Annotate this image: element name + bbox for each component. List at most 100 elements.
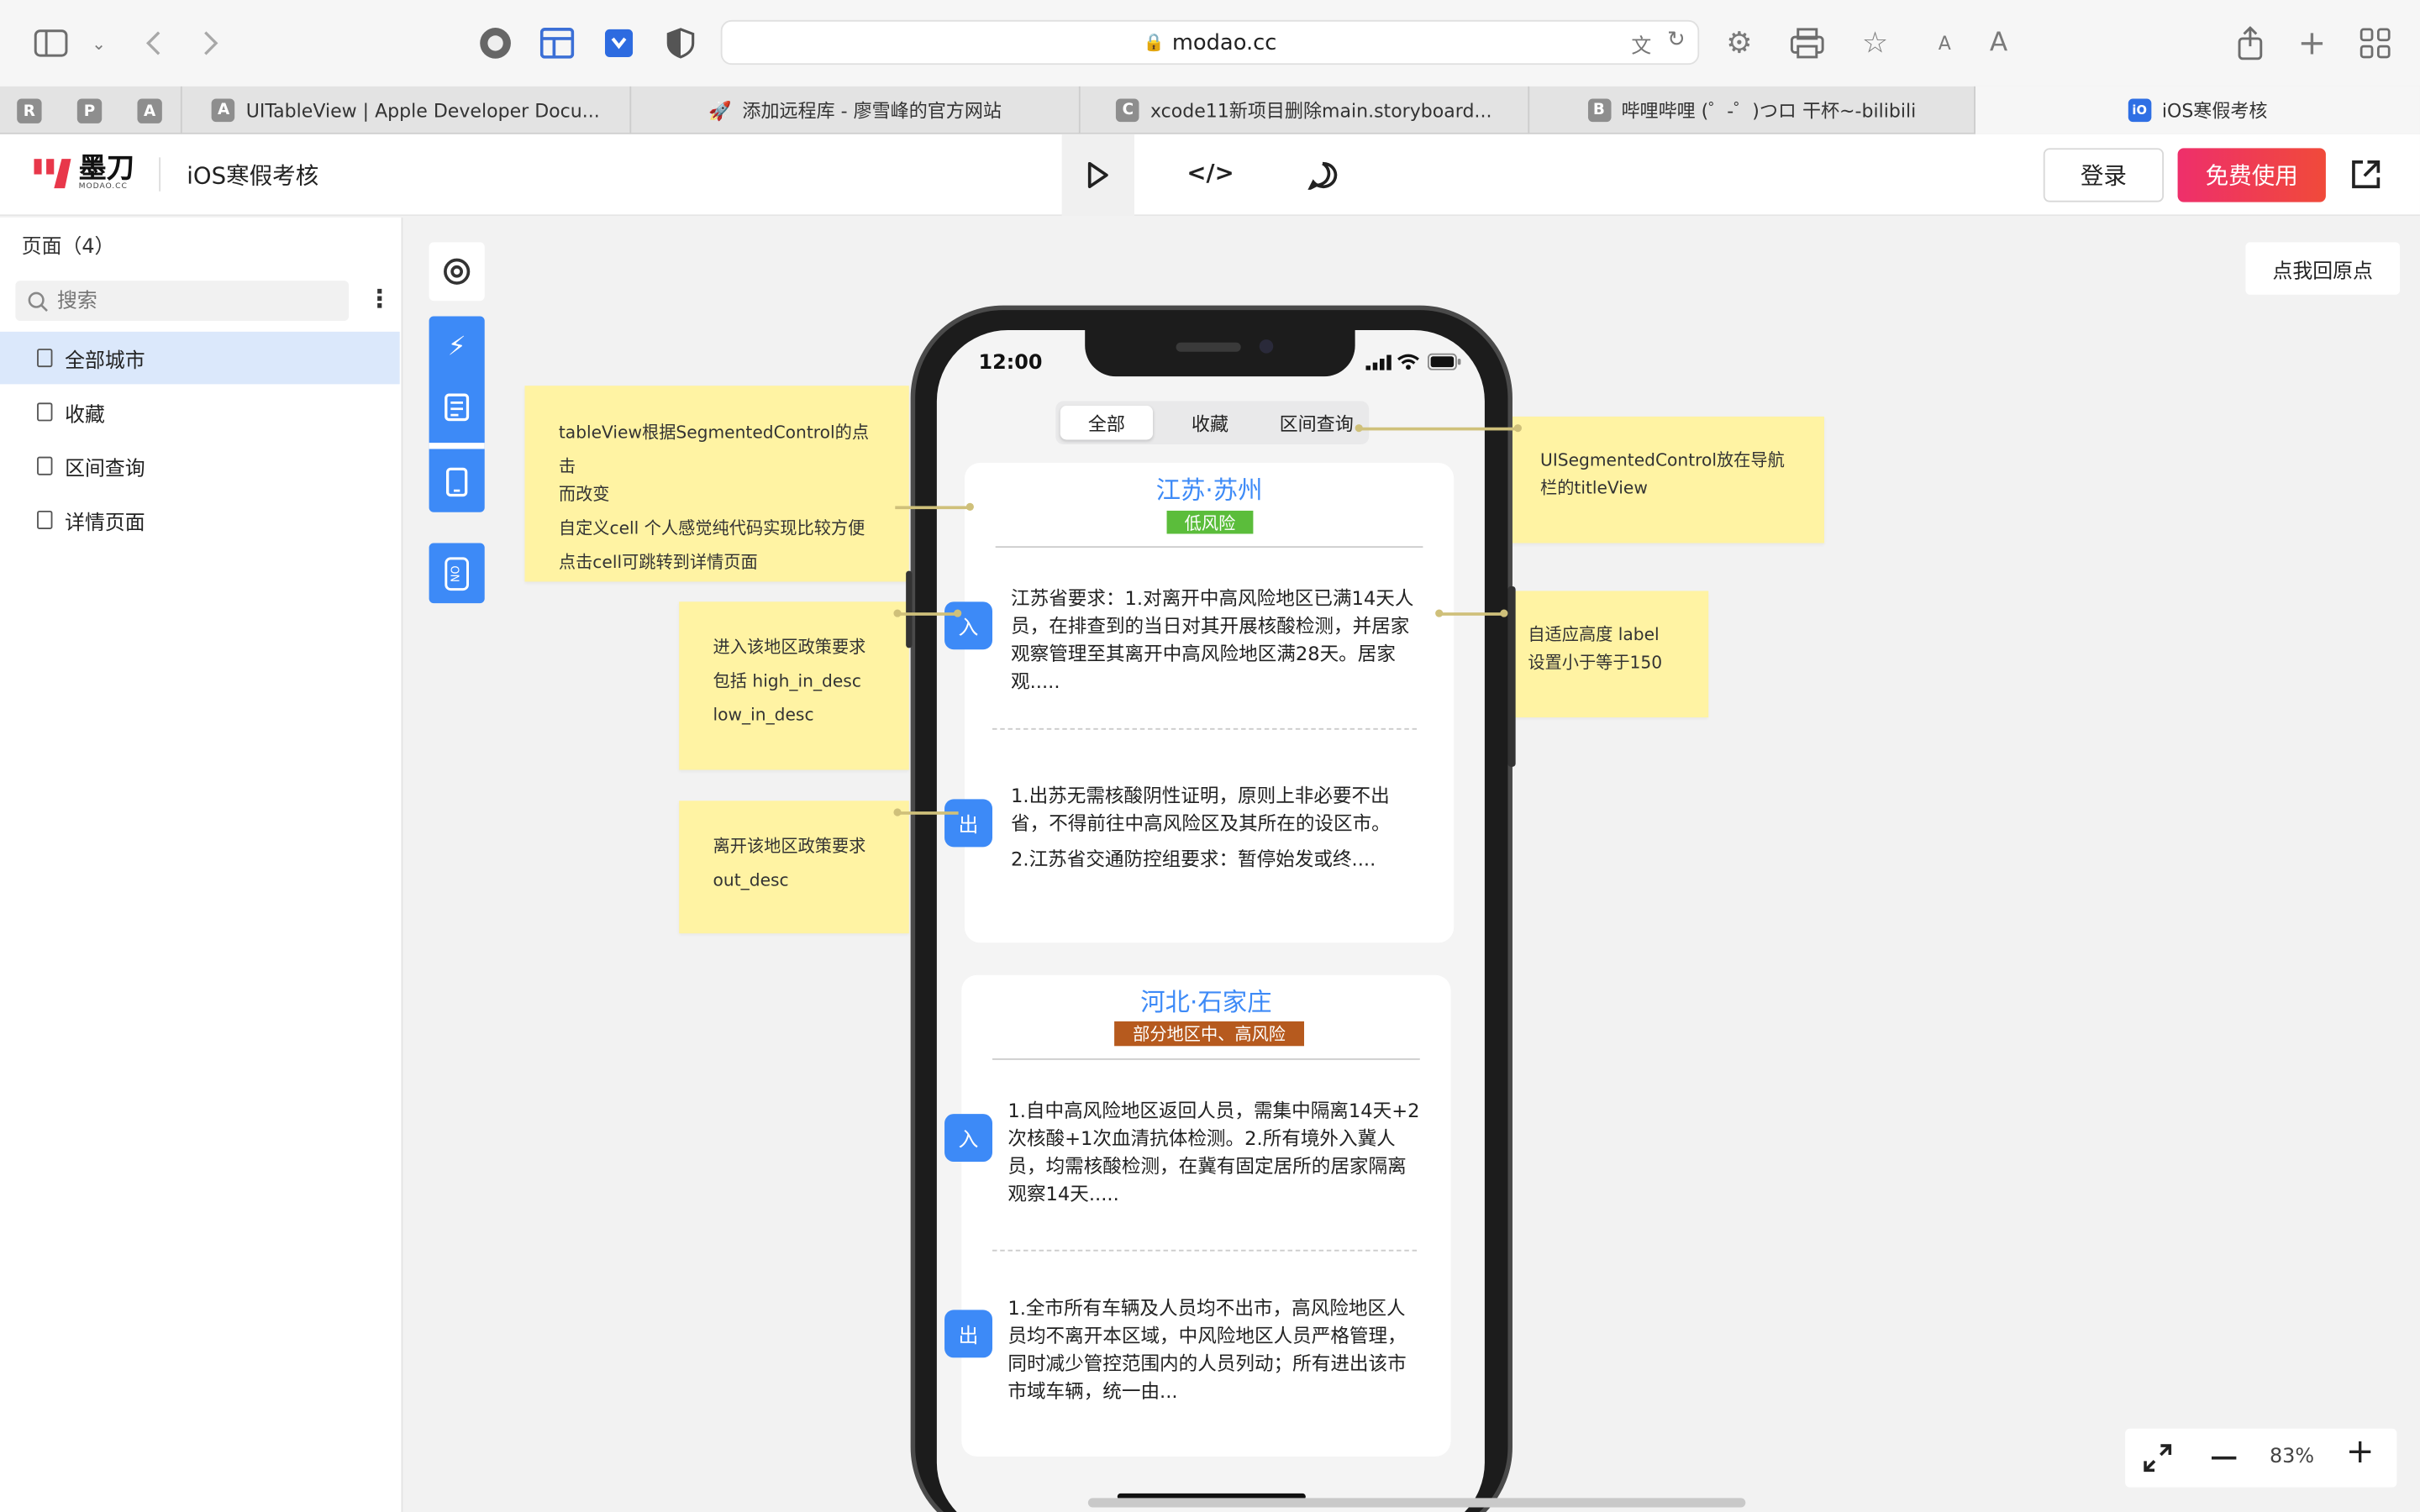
browser-tab[interactable]: B 哔哩哔哩 (゜-゜)つロ 干杯~-bilibili: [1528, 86, 1975, 134]
phone-screen: 12:00 全部 收藏 区间查询 江苏·苏州 低风险 江苏省要求：1.对离开中高…: [936, 330, 1485, 1512]
grid-icon[interactable]: [539, 24, 576, 61]
browser-tab[interactable]: A UITableView | Apple Developer Docu...: [180, 86, 629, 134]
device-icon[interactable]: [445, 467, 468, 497]
modao-logo-icon: [34, 159, 71, 189]
annotation-note[interactable]: tableView根据SegmentedControl的点击 而改变 自定义ce…: [524, 386, 909, 582]
segment-all[interactable]: 全部: [1060, 406, 1154, 440]
target-tool[interactable]: [429, 242, 485, 302]
share-icon[interactable]: [2232, 24, 2269, 61]
pinned-tab[interactable]: P: [76, 98, 103, 123]
svg-text:ON: ON: [447, 564, 460, 581]
zoom-out-icon[interactable]: [2211, 1456, 2237, 1460]
logo-subtext: MODAO.CC: [78, 181, 128, 191]
browser-tab[interactable]: Cxcode11新项目删除main.storyboard...: [1078, 86, 1528, 134]
fit-screen-icon[interactable]: [2144, 1444, 2172, 1473]
text-line: 省，不得前往中高风险区及其所在的设区市。: [1011, 812, 1391, 835]
forward-icon[interactable]: [193, 24, 230, 61]
text-line: 1.全市所有车辆及人员均不出市，高风险地区人: [1007, 1297, 1406, 1320]
browser-tab[interactable]: 🚀 添加远程库 - 廖雪峰的官方网站: [629, 86, 1078, 134]
sidebar-icon[interactable]: [33, 24, 70, 61]
lightning-icon[interactable]: ⚡: [429, 317, 485, 378]
connector-line: [1438, 612, 1503, 615]
logo[interactable]: 墨刀 MODAO.CC: [34, 155, 134, 192]
comment-icon[interactable]: [1307, 160, 1339, 190]
risk-badge: 部分地区中、高风险: [1114, 1021, 1305, 1047]
free-use-button[interactable]: 免费使用: [2177, 148, 2326, 202]
connector-dot: [965, 502, 974, 511]
reload-icon[interactable]: ↻: [1667, 28, 1686, 52]
gear-icon[interactable]: ⚙: [1721, 24, 1758, 61]
note-line: 栏的titleView: [1540, 478, 1648, 499]
preview-button[interactable]: [1061, 134, 1134, 217]
zoom-control: 83% +: [2125, 1428, 2397, 1488]
font-larger-icon[interactable]: A: [1980, 24, 2017, 61]
browser-tab-active[interactable]: iO iOS寒假考核: [1975, 86, 2420, 134]
pages-heading: 页面（4）: [21, 236, 115, 260]
toggle-tool[interactable]: ON: [429, 543, 485, 604]
page-item-range-query[interactable]: 区间查询: [0, 439, 400, 491]
city-card[interactable]: 河北·石家庄 部分地区中、高风险 1.自中高风险地区返回人员，需集中隔离14天+…: [961, 974, 1451, 1457]
connector-dot: [1500, 609, 1508, 617]
app-header: 墨刀 MODAO.CC iOS寒假考核 </> 登录 免费使用: [0, 134, 2420, 217]
star-icon[interactable]: ☆: [1857, 24, 1894, 61]
chevron-down-icon[interactable]: ⌄: [81, 24, 118, 61]
external-link-icon[interactable]: [2350, 159, 2381, 190]
text-line: 同时减少管控范围内的人员列动；所有进出该市: [1007, 1352, 1407, 1375]
text-line: 观察14天.....: [1007, 1183, 1119, 1205]
login-button[interactable]: 登录: [2043, 148, 2165, 202]
text-line: 1.出苏无需核酸阴性证明，原则上非必要不出: [1011, 785, 1390, 807]
shield-icon[interactable]: [662, 24, 699, 61]
text-line: 员，在排查到的当日对其开展核酸检测，并居家: [1011, 615, 1410, 638]
out-badge[interactable]: 出: [944, 1310, 992, 1358]
status-time: 12:00: [978, 351, 1043, 375]
zoom-in-icon[interactable]: +: [2346, 1433, 2375, 1472]
annotation-note[interactable]: 离开该地区政策要求 out_desc: [679, 801, 909, 934]
text-line: 江苏省要求：1.对离开中高风险地区已满14天人: [1011, 587, 1414, 610]
tab-favicon: iO: [2128, 98, 2151, 123]
target-icon: [444, 258, 471, 285]
search-field[interactable]: [15, 281, 350, 322]
out-badge[interactable]: 出: [944, 799, 992, 848]
extension-icon[interactable]: [477, 24, 514, 61]
project-title: iOS寒假考核: [187, 161, 319, 190]
in-badge[interactable]: 入: [944, 601, 992, 650]
text-line: 员均不离开本区域，中风险地区人员严格管理，: [1007, 1325, 1407, 1347]
segment-favorites[interactable]: 收藏: [1162, 406, 1258, 439]
annotation-note[interactable]: 进入该地区政策要求 包括 high_in_desc low_in_desc: [679, 601, 909, 770]
segment-range-query[interactable]: 区间查询: [1267, 406, 1366, 439]
search-input[interactable]: [56, 289, 335, 312]
city-card[interactable]: 江苏·苏州 低风险 江苏省要求：1.对离开中高风险地区已满14天人 员，在排查到…: [964, 463, 1455, 943]
note-icon[interactable]: [445, 393, 470, 422]
note-line: low_in_desc: [713, 705, 814, 726]
horizontal-scrollbar[interactable]: [1087, 1498, 1746, 1508]
tab-title: UITableView | Apple Developer Docu...: [245, 99, 600, 122]
page-item-details[interactable]: 详情页面: [0, 494, 400, 546]
back-to-origin-button[interactable]: 点我回原点: [2245, 242, 2401, 295]
annotation-note[interactable]: UISegmentedControl放在导航 栏的titleView: [1506, 416, 1824, 543]
tab-overview-icon[interactable]: [2357, 24, 2394, 61]
in-badge[interactable]: 入: [944, 1114, 992, 1163]
dashed-separator: [992, 1249, 1418, 1252]
page-item-all-cities[interactable]: 全部城市: [0, 331, 400, 385]
tab-favicon: B: [1587, 98, 1611, 123]
code-icon[interactable]: </>: [1186, 159, 1234, 186]
pinned-tab[interactable]: A: [137, 98, 162, 123]
text-line: 观.....: [1011, 670, 1060, 693]
more-icon[interactable]: ⋮: [367, 284, 392, 313]
page-item-favorites[interactable]: 收藏: [0, 386, 400, 438]
translate-icon[interactable]: 文: [1631, 29, 1651, 59]
tool-divider: [429, 443, 485, 449]
bookmark-icon[interactable]: [600, 24, 637, 61]
connector-dot: [954, 609, 962, 617]
plus-icon[interactable]: +: [2293, 24, 2330, 62]
address-bar[interactable]: 🔒 modao.cc 文 ↻: [720, 19, 1700, 66]
connector-line: [895, 506, 973, 509]
back-icon[interactable]: [134, 24, 171, 61]
font-smaller-icon[interactable]: A: [1926, 24, 1963, 61]
note-line: 包括 high_in_desc: [713, 670, 861, 691]
note-line: 点击cell可跳转到详情页面: [558, 552, 758, 573]
annotation-note[interactable]: 自适应高度 label 设置小于等于150: [1493, 591, 1709, 718]
pinned-tab[interactable]: R: [17, 98, 42, 123]
lock-icon: 🔒: [1143, 32, 1165, 53]
printer-icon[interactable]: [1789, 24, 1826, 61]
